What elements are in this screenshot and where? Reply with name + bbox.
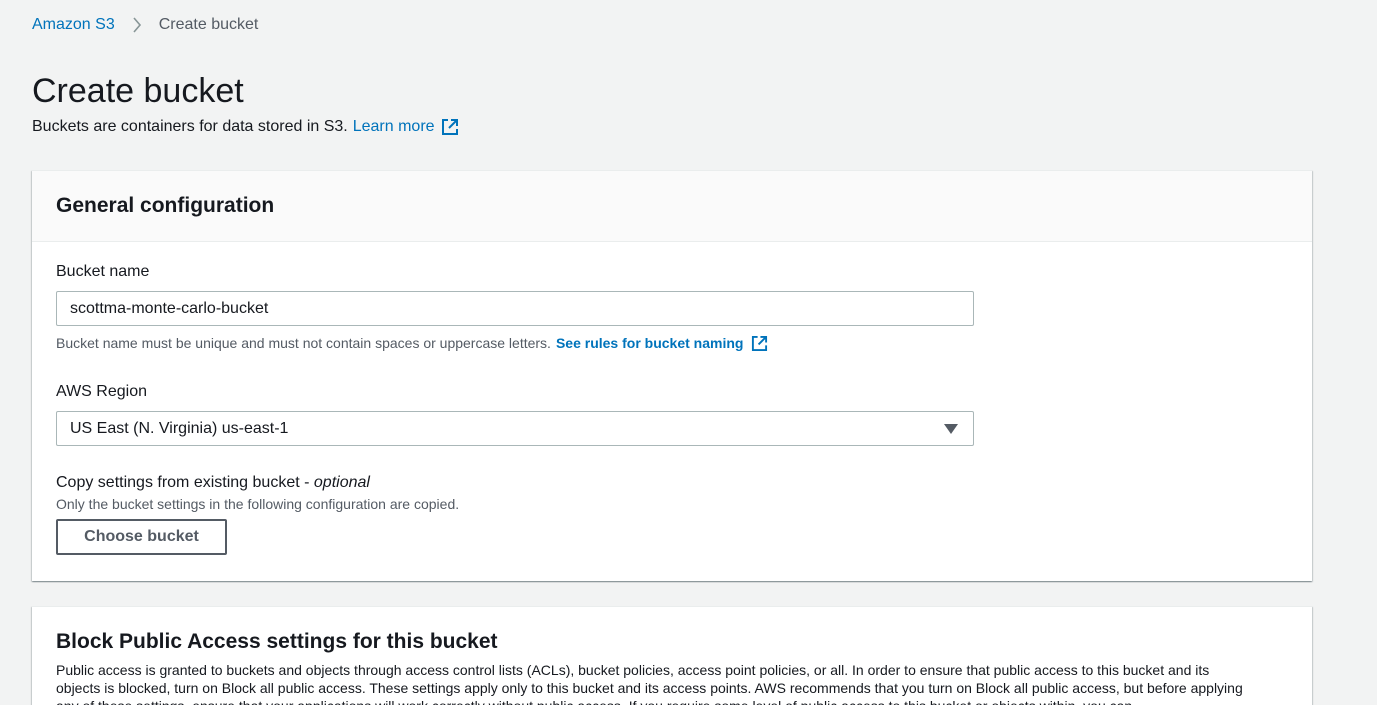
optional-tag: optional — [313, 474, 370, 491]
aws-region-select[interactable]: US East (N. Virginia) us-east-1 — [56, 411, 974, 446]
bucket-name-hint-text: Bucket name must be unique and must not … — [56, 335, 551, 351]
copy-settings-label: Copy settings from existing bucket - opt… — [56, 473, 370, 493]
external-link-icon[interactable] — [441, 118, 459, 136]
breadcrumb-amazon-s3[interactable]: Amazon S3 — [32, 16, 115, 34]
aws-region-selected-value: US East (N. Virginia) us-east-1 — [70, 419, 289, 437]
general-configuration-panel: General configuration Bucket name scottm… — [32, 170, 1312, 581]
chevron-right-icon — [115, 17, 159, 33]
block-public-access-title: Block Public Access settings for this bu… — [56, 630, 498, 653]
block-public-access-description: Public access is granted to buckets and … — [56, 662, 1243, 705]
copy-settings-label-text: Copy settings from existing bucket - — [56, 474, 314, 491]
general-configuration-title: General configuration — [56, 194, 275, 217]
bucket-name-input[interactable]: scottma-monte-carlo-bucket — [56, 291, 974, 326]
bucket-naming-rules-link[interactable]: See rules for bucket naming — [556, 334, 744, 352]
caret-down-icon — [944, 423, 958, 434]
breadcrumb-current: Create bucket — [158, 16, 259, 33]
page-description: Buckets are containers for data stored i… — [32, 117, 459, 137]
bucket-name-hint: Bucket name must be unique and must not … — [56, 334, 768, 352]
breadcrumb: Amazon S3 Create bucket — [32, 14, 258, 36]
aws-region-label: AWS Region — [56, 383, 147, 400]
learn-more-link[interactable]: Learn more — [353, 117, 435, 137]
general-configuration-header: General configuration — [32, 171, 1312, 242]
block-public-access-panel: Block Public Access settings for this bu… — [32, 606, 1312, 705]
bucket-name-label: Bucket name — [56, 263, 150, 280]
page-description-text: Buckets are containers for data stored i… — [32, 118, 348, 135]
copy-settings-description: Only the bucket settings in the followin… — [56, 496, 460, 512]
create-bucket-page: Amazon S3 Create bucket Create bucket Bu… — [0, 0, 1377, 705]
external-link-icon[interactable] — [751, 335, 768, 352]
page-title: Create bucket — [32, 72, 244, 110]
choose-bucket-button[interactable]: Choose bucket — [56, 519, 227, 555]
